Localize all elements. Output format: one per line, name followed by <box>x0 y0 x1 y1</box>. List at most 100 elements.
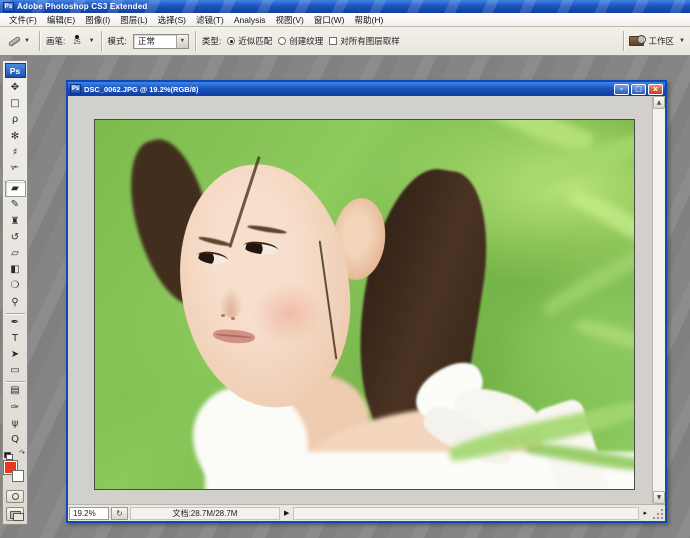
rectangle-tool[interactable]: ▭ <box>5 363 26 379</box>
dodge-tool[interactable]: ⚲ <box>5 294 26 310</box>
menu-item[interactable]: 编辑(E) <box>42 13 80 27</box>
clone-stamp-tool[interactable]: ♜ <box>5 214 26 230</box>
scroll-up-icon[interactable]: ▲ <box>653 96 665 109</box>
quick-mask-icon <box>12 493 19 500</box>
crop-tool[interactable]: ♯ <box>5 145 26 161</box>
tool-icon: ♯ <box>13 148 18 158</box>
gradient-tool[interactable]: ◧ <box>5 262 26 278</box>
quick-mask-button[interactable] <box>6 490 24 503</box>
menu-item[interactable]: 文件(F) <box>4 13 42 27</box>
title-bar[interactable]: Ps Adobe Photoshop CS3 Extended <box>0 0 690 13</box>
canvas-area[interactable]: ▲ ▼ <box>68 96 665 504</box>
path-selection-tool[interactable]: ➤ <box>5 347 26 363</box>
tool-icon: ▤ <box>10 386 19 396</box>
tool-icon: ❍ <box>11 281 20 291</box>
menu-item[interactable]: 选择(S) <box>153 13 191 27</box>
brush-preset-picker[interactable]: 25 <box>71 35 82 47</box>
screen-mode-button[interactable] <box>6 507 24 521</box>
chevron-down-icon[interactable]: ▼ <box>679 38 685 44</box>
menu-item[interactable]: 视图(V) <box>270 13 308 27</box>
tool-icon: ✥ <box>11 83 19 93</box>
quick-selection-tool[interactable]: ✻ <box>5 129 26 145</box>
type-tool[interactable]: T <box>5 331 26 347</box>
tool-icon: ✑ <box>11 403 19 413</box>
radio-icon <box>227 37 235 45</box>
blend-mode-value: 正常 <box>134 35 176 47</box>
eyedropper-tool[interactable]: ✑ <box>5 400 26 416</box>
maximize-button[interactable]: □ <box>631 84 646 95</box>
eraser-tool[interactable]: ▱ <box>5 246 26 262</box>
history-brush-tool[interactable]: ↺ <box>5 230 26 246</box>
status-flyout-button[interactable]: ↻ <box>111 507 128 520</box>
checkbox-icon <box>329 37 337 45</box>
toolbox-search-icon[interactable] <box>629 36 644 46</box>
tool-icon: ◧ <box>10 265 19 275</box>
slice-tool[interactable]: ✃ <box>5 161 26 177</box>
blur-tool[interactable]: ❍ <box>5 278 26 294</box>
lasso-tool[interactable]: ρ <box>5 112 26 128</box>
divider <box>623 31 624 51</box>
document-title-bar[interactable]: Ps DSC_0062.JPG @ 19.2%(RGB/8) – □ x <box>68 82 665 96</box>
default-colors-icon[interactable] <box>4 452 11 458</box>
tool-icon: ▱ <box>11 249 19 259</box>
workspace-button-label[interactable]: 工作区 <box>649 35 675 47</box>
girl-nostril <box>231 317 235 320</box>
zoom-tool[interactable]: Q <box>5 432 26 448</box>
chevron-down-icon: ▼ <box>24 38 30 44</box>
photoshop-logo: Ps <box>5 63 26 78</box>
hand-tool[interactable]: ψ <box>5 416 26 432</box>
scroll-down-icon[interactable]: ▼ <box>653 491 665 504</box>
horizontal-scrollbar[interactable] <box>293 507 639 520</box>
move-tool[interactable]: ✥ <box>5 80 26 96</box>
pen-tool[interactable]: ✒ <box>5 315 26 331</box>
tool-icon: □ <box>10 99 19 109</box>
tool-preset-picker[interactable]: ▼ <box>5 37 33 45</box>
chevron-down-icon: ▼ <box>176 35 188 48</box>
toolbox: Ps ✥ □ ρ ✻ ♯ ✃ ▰ ✎ <box>2 60 28 525</box>
tool-icon: ✎ <box>11 200 19 210</box>
color-swatches: ↷ <box>4 452 26 484</box>
tool-icon: ▰ <box>11 184 19 194</box>
resize-grip[interactable] <box>651 507 664 520</box>
rectangular-marquee-tool[interactable]: □ <box>5 96 26 112</box>
divider <box>195 31 196 51</box>
options-bar: ▼ 画笔: 25 ▼ 模式: 正常 ▼ 类型: 近似匹配 创建纹理 对所有图层取… <box>0 27 690 56</box>
vertical-scrollbar[interactable]: ▲ ▼ <box>652 96 665 504</box>
notes-tool[interactable]: ▤ <box>5 383 26 399</box>
menu-item[interactable]: 滤镜(T) <box>191 13 229 27</box>
chevron-down-icon[interactable]: ▼ <box>89 38 95 44</box>
close-button[interactable]: x <box>648 84 663 95</box>
menu-item[interactable]: 图像(I) <box>80 13 115 27</box>
bamboo-leaf <box>538 241 635 318</box>
spot-healing-brush-tool[interactable]: ▰ <box>5 181 26 197</box>
bamboo-leaf <box>575 315 635 361</box>
sample-all-layers-checkbox[interactable]: 对所有图层取样 <box>329 35 400 47</box>
type-label: 类型: <box>202 35 221 47</box>
tool-icon: ✻ <box>11 132 19 142</box>
document-window: Ps DSC_0062.JPG @ 19.2%(RGB/8) – □ x <box>66 80 667 523</box>
radio-label: 创建纹理 <box>289 35 323 47</box>
swap-colors-icon[interactable]: ↷ <box>19 449 25 457</box>
zoom-level-input[interactable]: 19.2% <box>69 507 109 520</box>
minimize-button[interactable]: – <box>614 84 629 95</box>
radio-create-texture[interactable]: 创建纹理 <box>278 35 323 47</box>
brush-tool[interactable]: ✎ <box>5 197 26 213</box>
app-icon: Ps <box>3 2 14 12</box>
menu-item[interactable]: 图层(L) <box>115 13 152 27</box>
background-color-swatch[interactable] <box>12 470 24 482</box>
tool-icon: ▭ <box>10 366 19 376</box>
menu-item[interactable]: 帮助(H) <box>350 13 389 27</box>
menu-item[interactable]: 窗口(W) <box>309 13 350 27</box>
tool-icon: ➤ <box>11 350 19 360</box>
status-menu-arrow-icon[interactable]: ▶ <box>282 509 291 517</box>
scroll-right-icon[interactable]: ▸ <box>641 509 649 517</box>
blend-mode-select[interactable]: 正常 ▼ <box>133 34 189 49</box>
bamboo-leaf <box>567 184 635 256</box>
radio-proximity-match[interactable]: 近似匹配 <box>227 35 272 47</box>
menu-item[interactable]: Analysis <box>229 14 271 26</box>
photo-canvas[interactable] <box>94 119 635 490</box>
document-size-info: 文档:28.7M/28.7M <box>130 507 280 520</box>
tool-icon: ρ <box>12 115 18 125</box>
photoshop-window: Ps Adobe Photoshop CS3 Extended 文件(F)编辑(… <box>0 0 690 538</box>
divider <box>39 31 40 51</box>
